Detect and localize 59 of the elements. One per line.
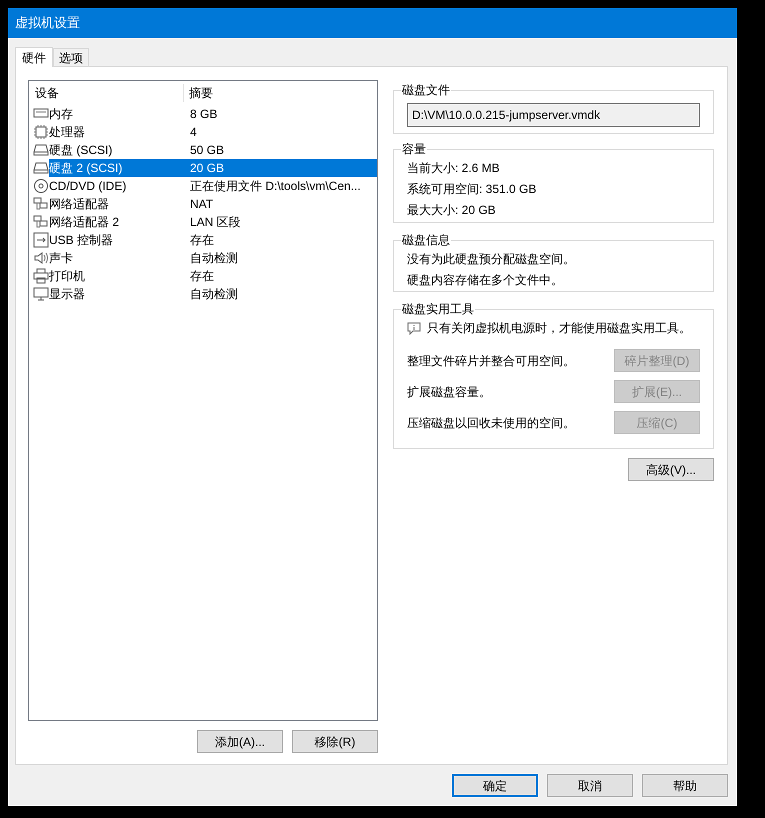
table-cell-text: 存在: [189, 232, 215, 249]
printer-icon: [33, 268, 49, 284]
table-cell-text: 硬盘 (SCSI): [49, 142, 114, 159]
selected-row[interactable]: 硬盘 2 (SCSI) 20 GB: [49, 159, 377, 177]
table-cell-text: NAT: [189, 196, 214, 213]
action-text: 整理文件碎片并整合可用空间。: [407, 352, 575, 370]
table-cell-text: 50 GB: [189, 142, 226, 159]
drive-icon: [33, 142, 49, 158]
chip-icon: [33, 124, 49, 140]
button[interactable]: 帮助: [642, 774, 728, 797]
table-cell-text: 20 GB: [189, 160, 226, 177]
path-field[interactable]: D:\VM\10.0.0.215-jumpserver.vmdk: [407, 103, 700, 127]
table-cell-text: 网络适配器: [49, 196, 110, 213]
tab[interactable]: 硬件: [15, 47, 53, 67]
tab[interactable]: 选项: [53, 48, 89, 66]
monitor-icon: [33, 286, 49, 302]
table-cell-text: 内存: [49, 106, 74, 123]
window-title: 虚拟机设置: [8, 8, 737, 38]
capacity-text: 最大大小: 20 GB: [407, 202, 497, 219]
group-title: 磁盘信息: [401, 232, 451, 249]
speaker-icon: [33, 250, 49, 266]
table-cell-text: 8 GB: [189, 106, 218, 123]
capacity-text: 当前大小: 2.6 MB: [407, 160, 501, 177]
table-cell-text: 4: [189, 124, 198, 141]
network-icon: [33, 196, 49, 212]
button[interactable]: 取消: [547, 774, 633, 797]
table-cell-text: 自动检测: [189, 286, 239, 303]
button[interactable]: 移除(R): [292, 730, 378, 753]
note-text: 只有关闭虚拟机电源时，才能使用磁盘实用工具。: [427, 320, 691, 337]
column-header[interactable]: 摘要: [183, 84, 377, 102]
action-text: 扩展磁盘容量。: [407, 384, 491, 400]
table-cell-text: 自动检测: [189, 250, 239, 267]
disc-icon: [33, 178, 49, 194]
table-cell-text: USB 控制器: [49, 232, 114, 249]
group-title: 容量: [401, 141, 427, 158]
action-text: 压缩磁盘以回收未使用的空间。: [407, 414, 575, 432]
column-header[interactable]: 设备: [29, 84, 183, 102]
table-cell-text: 处理器: [49, 124, 86, 141]
capacity-text: 系统可用空间: 351.0 GB: [407, 181, 538, 198]
table-cell-text: 网络适配器 2: [49, 214, 120, 231]
button[interactable]: 添加(A)...: [197, 730, 283, 753]
button[interactable]: 确定: [452, 774, 538, 797]
usb-icon: [33, 232, 49, 248]
table-cell-text: 硬盘 2 (SCSI): [49, 160, 124, 177]
group-title: 磁盘实用工具: [401, 301, 475, 318]
network-icon: [33, 214, 49, 230]
info-icon: [407, 322, 421, 334]
button[interactable]: 高级(V)...: [628, 458, 714, 481]
group-title: 磁盘文件: [401, 82, 451, 99]
table-cell-text: LAN 区段: [189, 214, 242, 231]
table-cell-text: 正在使用文件 D:\tools\vm\Cen...: [189, 178, 362, 195]
table-cell-text: CD/DVD (IDE): [49, 178, 128, 195]
drive-icon: [33, 160, 49, 176]
info-text: 没有为此硬盘预分配磁盘空间。: [407, 251, 576, 268]
info-text: 硬盘内容存储在多个文件中。: [407, 272, 564, 289]
table-cell-text: 声卡: [49, 250, 74, 267]
table-cell-text: 打印机: [49, 268, 86, 285]
table-cell-text: 存在: [189, 268, 215, 285]
table-cell-text: 显示器: [49, 286, 86, 303]
